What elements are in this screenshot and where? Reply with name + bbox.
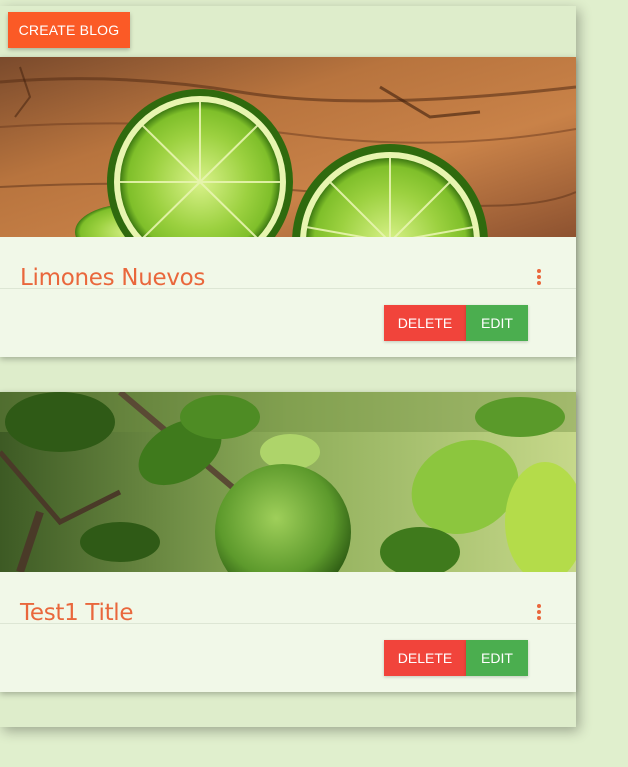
blog-card-image <box>0 57 576 237</box>
blog-list-panel: CREATE BLOG Limones Nuevos DELETE EDIT T… <box>0 6 576 727</box>
blog-card: Test1 Title DELETE EDIT <box>0 392 576 692</box>
delete-button[interactable]: DELETE <box>384 640 466 676</box>
more-vert-icon[interactable] <box>532 269 546 289</box>
blog-card: Limones Nuevos DELETE EDIT <box>0 57 576 357</box>
edit-button[interactable]: EDIT <box>466 640 528 676</box>
delete-button[interactable]: DELETE <box>384 305 466 341</box>
card-divider <box>0 623 576 624</box>
blog-card-image <box>0 392 576 572</box>
edit-button[interactable]: EDIT <box>466 305 528 341</box>
create-blog-button[interactable]: CREATE BLOG <box>8 12 130 48</box>
more-vert-icon[interactable] <box>532 604 546 624</box>
card-divider <box>0 288 576 289</box>
